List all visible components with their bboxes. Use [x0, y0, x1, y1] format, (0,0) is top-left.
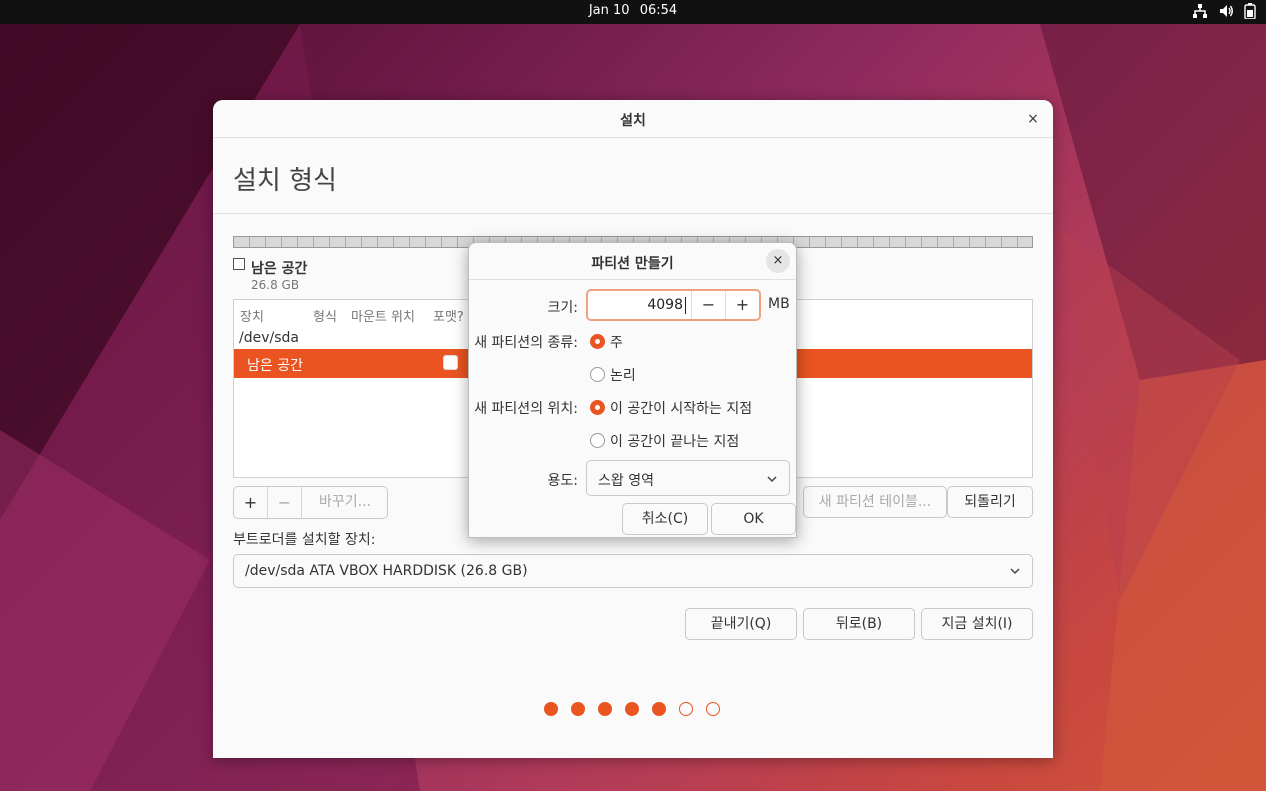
- back-button[interactable]: 뒤로(B): [803, 608, 915, 640]
- progress-dot-pending: [706, 702, 720, 716]
- radio-primary-label[interactable]: 주: [610, 332, 623, 352]
- partition-location-label: 새 파티션의 위치:: [474, 401, 578, 417]
- cancel-button[interactable]: 취소(C): [622, 503, 708, 535]
- free-space-label: 남은 공간: [251, 261, 308, 277]
- free-space-size: 26.8 GB: [251, 278, 300, 292]
- chevron-down-icon: [1008, 564, 1022, 582]
- create-partition-dialog: 파티션 만들기 × 크기: 4098 − + MB 새 파티션의 종류: 주 논…: [468, 242, 797, 538]
- install-now-button[interactable]: 지금 설치(I): [921, 608, 1033, 640]
- dialog-titlebar[interactable]: 파티션 만들기 ×: [469, 243, 796, 280]
- battery-icon[interactable]: [1244, 3, 1256, 19]
- top-bar: Jan 10 06:54: [0, 0, 1266, 24]
- close-icon: ×: [1027, 111, 1039, 127]
- radio-location-end[interactable]: [590, 433, 605, 448]
- system-tray[interactable]: [1192, 3, 1256, 19]
- progress-dot-completed: [652, 702, 666, 716]
- add-partition-button[interactable]: +: [234, 487, 268, 518]
- revert-button[interactable]: 되돌리기: [947, 486, 1033, 518]
- radio-logical-label[interactable]: 논리: [610, 365, 636, 385]
- progress-dot-completed: [625, 702, 639, 716]
- row-label: 남은 공간: [247, 358, 303, 374]
- new-partition-table-button[interactable]: 새 파티션 테이블...: [803, 486, 947, 518]
- progress-dot-completed: [544, 702, 558, 716]
- dialog-close-button[interactable]: ×: [766, 249, 790, 273]
- chevron-down-icon: [765, 472, 779, 490]
- partition-tools: + − 바꾸기...: [233, 486, 388, 519]
- clock-date: Jan 10: [588, 3, 630, 18]
- remove-partition-button[interactable]: −: [268, 487, 302, 518]
- column-header-type[interactable]: 형식: [313, 306, 337, 325]
- use-as-select[interactable]: 스왑 영역: [586, 460, 790, 496]
- size-unit: MB: [768, 296, 790, 312]
- column-header-device[interactable]: 장치: [240, 306, 264, 325]
- size-label: 크기:: [547, 300, 578, 316]
- progress-dot-completed: [598, 702, 612, 716]
- ok-button[interactable]: OK: [711, 503, 796, 535]
- radio-location-start[interactable]: [590, 400, 605, 415]
- bootloader-label: 부트로더를 설치할 장치:: [233, 532, 376, 548]
- size-decrement-button[interactable]: −: [691, 291, 725, 319]
- size-input[interactable]: 4098: [588, 297, 683, 313]
- format-checkbox[interactable]: [443, 355, 458, 370]
- radio-location-end-label[interactable]: 이 공간이 끝나는 지점: [610, 431, 739, 451]
- dialog-title: 파티션 만들기: [591, 256, 674, 272]
- page-title: 설치 형식: [233, 166, 337, 196]
- free-space-swatch: [233, 258, 245, 270]
- clock-time: 06:54: [639, 3, 678, 18]
- radio-logical[interactable]: [590, 367, 605, 382]
- window-close-button[interactable]: ×: [1023, 109, 1043, 129]
- window-titlebar[interactable]: 설치 ×: [213, 100, 1053, 138]
- window-title: 설치: [620, 113, 646, 129]
- radio-location-start-label[interactable]: 이 공간이 시작하는 지점: [610, 398, 752, 418]
- network-icon[interactable]: [1192, 3, 1208, 19]
- progress-dot-pending: [679, 702, 693, 716]
- column-header-mount[interactable]: 마운트 위치: [351, 306, 415, 325]
- text-caret: [685, 297, 686, 314]
- bootloader-value: /dev/sda ATA VBOX HARDDISK (26.8 GB): [245, 563, 528, 579]
- close-icon: ×: [772, 253, 784, 268]
- use-as-label: 용도:: [547, 473, 578, 489]
- use-as-value: 스왑 영역: [598, 473, 654, 489]
- clock[interactable]: Jan 10 06:54: [0, 3, 1266, 18]
- quit-button[interactable]: 끝내기(Q): [685, 608, 797, 640]
- size-spinbox[interactable]: 4098 − +: [586, 289, 761, 321]
- header-divider: [213, 213, 1053, 214]
- partition-type-label: 새 파티션의 종류:: [474, 335, 578, 351]
- volume-icon[interactable]: [1218, 3, 1234, 19]
- radio-primary[interactable]: [590, 334, 605, 349]
- column-header-format[interactable]: 포맷?: [433, 306, 464, 325]
- progress-dot-completed: [571, 702, 585, 716]
- change-partition-button[interactable]: 바꾸기...: [302, 487, 388, 518]
- size-increment-button[interactable]: +: [725, 291, 759, 319]
- bootloader-select[interactable]: /dev/sda ATA VBOX HARDDISK (26.8 GB): [233, 554, 1033, 588]
- table-row[interactable]: /dev/sda: [239, 330, 299, 346]
- progress-dots: [544, 702, 720, 716]
